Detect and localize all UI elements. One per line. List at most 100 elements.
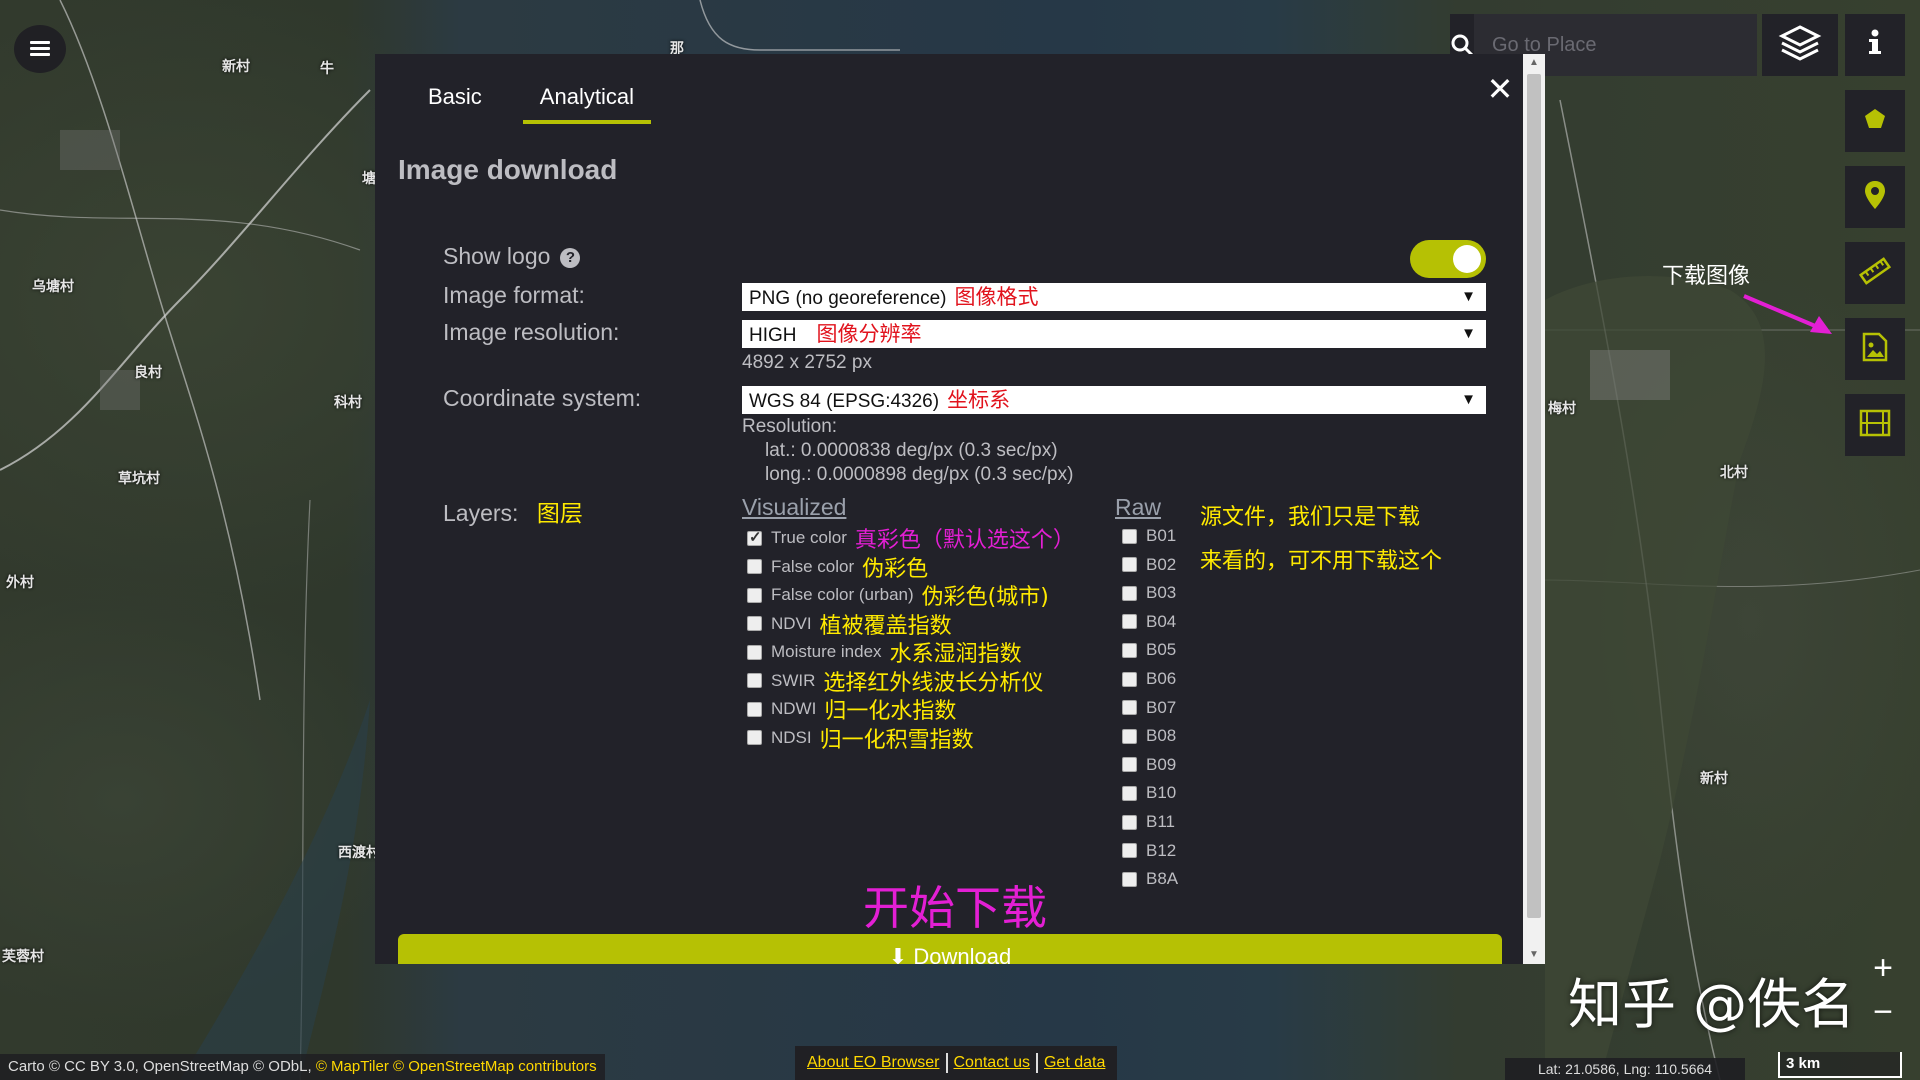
attribution-text: Carto © CC BY 3.0, OpenStreetMap © ODbL, [8,1058,312,1075]
band-checkbox[interactable] [1122,871,1137,887]
dialog-scrollbar[interactable]: ▲ ▼ [1523,54,1545,964]
place-label: 西渡村 [338,845,380,861]
visualized-header[interactable]: Visualized [742,494,846,521]
layer-annotation: 伪彩色 [862,556,929,582]
about-link[interactable]: About EO Browser [801,1053,948,1073]
raw-band-option[interactable]: B05 [1122,638,1176,662]
zoom-controls: + − [1858,948,1908,1036]
band-label: B10 [1146,783,1177,803]
band-checkbox[interactable] [1122,814,1137,830]
resolution-long: long.: 0.0000898 deg/px (0.3 sec/px) [765,464,1074,485]
layers-icon [1778,21,1822,70]
place-label: 科村 [334,395,362,411]
visualized-layer-option[interactable]: NDWI 归一化水指数 [747,697,956,724]
raw-band-option[interactable]: B07 [1122,696,1176,720]
visualized-layer-option[interactable]: SWIR 选择红外线波长分析仪 [747,669,1043,696]
image-download-button[interactable] [1845,318,1905,380]
band-checkbox[interactable] [1122,614,1137,630]
show-logo-toggle[interactable] [1410,240,1486,278]
coordinate-system-select[interactable]: WGS 84 (EPSG:4326) 坐标系 ▼ [742,386,1486,414]
visualized-layer-option[interactable]: Moisture index 水系湿润指数 [747,640,1022,667]
band-checkbox[interactable] [1122,642,1137,658]
layers-button[interactable] [1762,14,1838,76]
layer-label: NDVI [771,613,812,633]
info-button[interactable] [1845,14,1905,76]
get-data-link[interactable]: Get data [1038,1053,1111,1073]
band-checkbox[interactable] [1122,557,1137,573]
layer-checkbox[interactable] [747,559,762,574]
download-button[interactable]: ⬇ Download [398,934,1502,964]
visualized-layer-option[interactable]: NDSI 归一化积雪指数 [747,726,974,753]
layer-checkbox[interactable] [747,701,762,717]
raw-band-option[interactable]: B12 [1122,839,1176,863]
raw-band-option[interactable]: B04 [1122,610,1176,634]
band-checkbox[interactable] [1122,728,1137,744]
raw-band-option[interactable]: B09 [1122,753,1176,777]
scroll-up-icon[interactable]: ▲ [1523,54,1545,72]
scroll-thumb[interactable] [1527,74,1541,918]
band-checkbox[interactable] [1122,843,1137,859]
visualized-layer-option[interactable]: False color (urban) 伪彩色(城市) [747,583,1049,610]
image-download-dialog: Basic Analytical ✕ Image download Show l… [375,54,1545,964]
image-format-select[interactable]: PNG (no georeference) 图像格式 ▼ [742,283,1486,311]
band-checkbox[interactable] [1122,700,1137,716]
resolution-label: Resolution: [742,416,838,437]
layer-checkbox[interactable] [747,587,762,603]
visualized-layer-option[interactable]: NDVI 植被覆盖指数 [747,612,952,639]
start-download-annotation: 开始下载 [863,881,1047,935]
raw-band-option[interactable]: B01 [1122,524,1176,548]
visualized-layer-option[interactable]: False color 伪彩色 [747,555,928,582]
image-download-icon [1862,332,1888,367]
place-label: 乌塘村 [32,279,74,295]
layer-checkbox[interactable] [747,528,762,546]
cursor-coordinates: Lat: 21.0586, Lng: 110.5664 [1505,1058,1745,1080]
hamburger-menu-button[interactable] [14,25,66,73]
place-label: 外村 [6,575,34,591]
place-label: 新村 [1700,771,1728,787]
place-label: 塘 [362,171,376,187]
raw-band-option[interactable]: B02 [1122,553,1176,577]
raw-band-option[interactable]: B11 [1122,810,1175,834]
layer-annotation: 归一化积雪指数 [819,727,974,753]
annotation-arrow-icon [1743,294,1832,334]
attribution-link[interactable]: © MapTiler © OpenStreetMap contributors [316,1058,597,1075]
raw-header[interactable]: Raw [1115,494,1161,521]
image-resolution-label: Image resolution: [443,319,620,345]
band-label: B12 [1146,840,1177,860]
zoom-out-button[interactable]: − [1858,992,1908,1036]
layer-checkbox[interactable] [747,673,762,688]
timelapse-button[interactable] [1845,394,1905,456]
contact-link[interactable]: Contact us [948,1053,1038,1073]
toggle-knob [1453,245,1481,273]
poi-button[interactable] [1845,166,1905,228]
visualized-layer-option[interactable]: True color 真彩色（默认选这个） [747,526,1075,553]
help-icon[interactable]: ? [560,248,581,268]
tab-basic[interactable]: Basic [411,84,499,124]
band-checkbox[interactable] [1122,671,1137,687]
band-checkbox[interactable] [1122,528,1137,544]
raw-band-option[interactable]: B08 [1122,724,1176,748]
layers-row: Layers: 图层 [443,494,583,528]
zoom-in-button[interactable]: + [1858,948,1908,992]
coordinate-system-annotation: 坐标系 [947,388,1011,412]
tab-analytical[interactable]: Analytical [522,84,652,124]
measure-button[interactable] [1845,242,1905,304]
close-icon[interactable]: ✕ [1485,73,1515,105]
layer-annotation: 真彩色（默认选这个） [854,528,1075,553]
raw-band-option[interactable]: B03 [1122,581,1176,605]
image-resolution-select[interactable]: HIGH 图像分辨率 ▼ [742,320,1486,348]
layer-checkbox[interactable] [747,730,762,745]
raw-band-option[interactable]: B10 [1122,781,1176,805]
band-checkbox[interactable] [1122,785,1137,801]
scroll-down-icon[interactable]: ▼ [1523,946,1545,964]
raw-band-option[interactable]: B8A [1122,867,1178,891]
band-checkbox[interactable] [1122,585,1137,601]
band-checkbox[interactable] [1122,757,1137,773]
place-label: 良村 [134,365,162,381]
coordinate-system-label: Coordinate system: [443,385,642,411]
raw-band-option[interactable]: B06 [1122,667,1176,691]
aoi-button[interactable] [1845,90,1905,152]
layer-checkbox[interactable] [747,644,762,660]
band-label: B03 [1146,583,1177,603]
layer-checkbox[interactable] [747,616,762,631]
